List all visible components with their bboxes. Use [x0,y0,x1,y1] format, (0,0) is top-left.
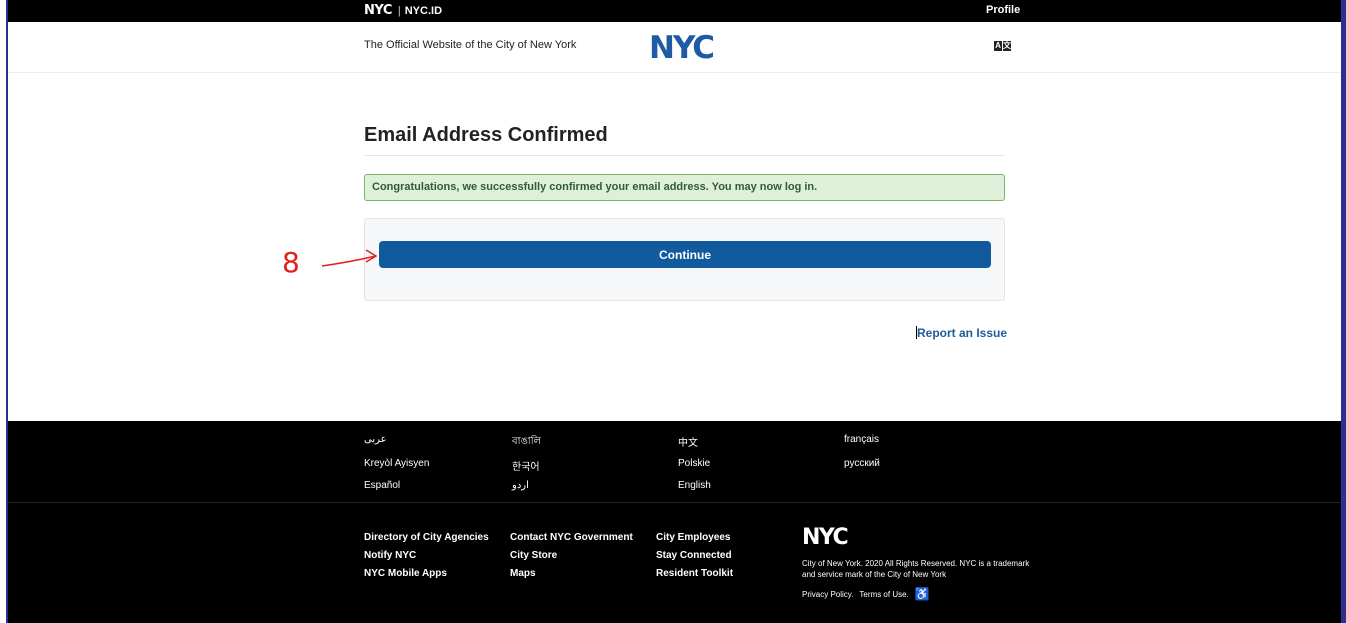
footer-divider [8,502,1341,503]
footer-link[interactable]: Resident Toolkit [656,568,802,579]
language-grid: عربى বাঙালি 中文 français Kreyòl Ayisyen 한… [364,434,964,491]
legal-links: Privacy Policy. Terms of Use. ♿ [802,587,930,601]
report-issue-link[interactable]: Report an Issue [915,326,1007,340]
top-bar: NYC | NYC.ID Profile [8,0,1341,22]
action-card: Continue [364,218,1005,301]
nyc-logo[interactable]: NYC [649,30,715,66]
language-link[interactable]: Español [364,480,512,491]
footer-link[interactable]: Contact NYC Government [510,532,656,543]
annotation-label: 8 [282,246,300,278]
main-content: Email Address Confirmed Congratulations,… [364,124,1005,301]
language-link[interactable]: বাঙালি [512,434,678,451]
footer-link[interactable]: NYC Mobile Apps [364,568,510,579]
language-link[interactable] [844,480,964,491]
nyc-mini-logo: NYC [364,3,392,18]
footer-link[interactable]: Stay Connected [656,550,802,561]
accessibility-icon[interactable]: ♿ [915,587,930,601]
footer-link[interactable]: City Store [510,550,656,561]
language-link[interactable]: اردو [512,480,678,491]
language-link[interactable]: 한국어 [512,458,678,473]
language-link[interactable]: 中文 [678,434,844,451]
success-alert: Congratulations, we successfully confirm… [364,174,1005,201]
site-footer: عربى বাঙালি 中文 français Kreyòl Ayisyen 한… [8,421,1341,623]
language-link[interactable]: русский [844,458,964,473]
translate-icon-b: 文 [1003,41,1011,51]
language-link[interactable]: Kreyòl Ayisyen [364,458,512,473]
site-tagline: The Official Website of the City of New … [364,39,577,51]
footer-link[interactable]: City Employees [656,532,802,543]
brand-separator: | [397,4,401,17]
language-link[interactable]: عربى [364,434,512,451]
language-link[interactable]: Polskie [678,458,844,473]
footer-link[interactable]: Directory of City Agencies [364,532,510,543]
nycid-brand-link[interactable]: NYC | NYC.ID [364,3,442,18]
page-title: Email Address Confirmed [364,124,1005,156]
footer-link[interactable]: Notify NYC [364,550,510,561]
continue-button[interactable]: Continue [379,241,991,268]
language-link[interactable]: English [678,480,844,491]
translate-icon-a: A [994,41,1002,51]
profile-link[interactable]: Profile [986,4,1020,16]
language-link[interactable]: français [844,434,964,451]
footer-links: Directory of City Agencies Contact NYC G… [364,532,802,579]
nycid-label: NYC.ID [404,4,443,17]
window-frame-right [1341,0,1346,623]
footer-nyc-logo: NYC [802,525,849,550]
privacy-policy-link[interactable]: Privacy Policy. [802,590,853,599]
site-header: The Official Website of the City of New … [8,22,1341,73]
footer-link[interactable]: Maps [510,568,656,579]
step-annotation: 8 [280,244,380,283]
window-frame-left [0,0,8,623]
terms-of-use-link[interactable]: Terms of Use. [859,590,908,599]
annotation-arrow-icon: 8 [282,246,378,279]
translate-icon[interactable]: A 文 [994,41,1011,51]
copyright-text: City of New York. 2020 All Rights Reserv… [802,559,1030,579]
